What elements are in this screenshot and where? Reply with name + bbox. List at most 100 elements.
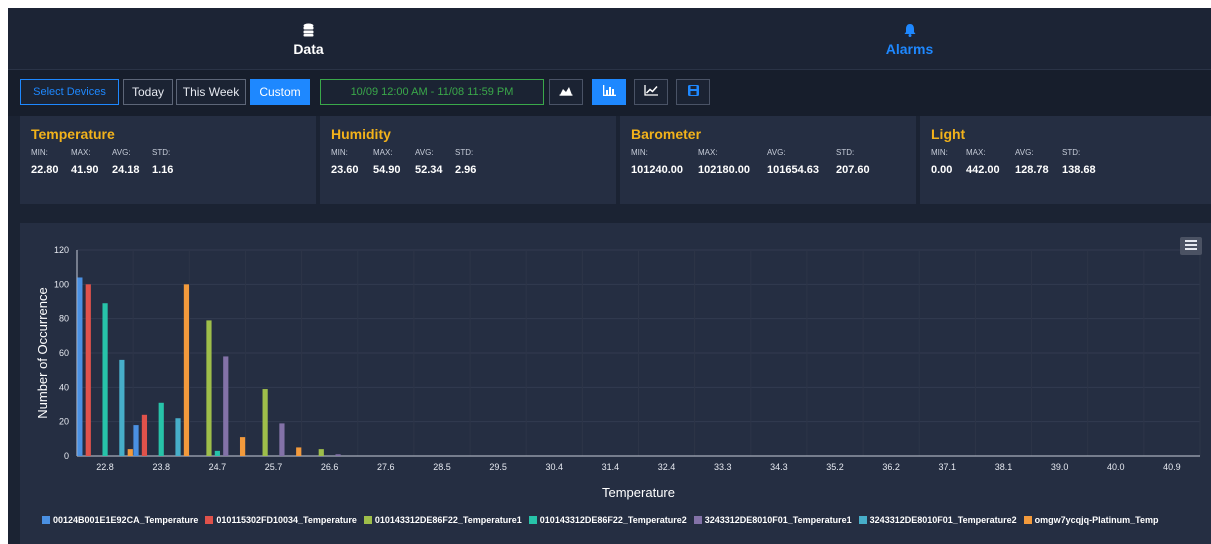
x-tick-label: 30.4 bbox=[546, 462, 564, 472]
card-title: Temperature bbox=[31, 126, 115, 142]
x-tick-label: 33.3 bbox=[714, 462, 732, 472]
std-label: STD: bbox=[152, 148, 171, 157]
bar bbox=[239, 437, 246, 456]
chart-menu-button[interactable] bbox=[1180, 237, 1202, 255]
line-chart-icon bbox=[644, 85, 658, 99]
area-chart-button[interactable] bbox=[549, 79, 583, 105]
tab-alarms[interactable]: Alarms bbox=[609, 8, 1210, 70]
max-label: MAX: bbox=[698, 148, 718, 157]
this-week-button[interactable]: This Week bbox=[176, 79, 246, 105]
legend-swatch bbox=[205, 516, 214, 524]
avg-label: AVG: bbox=[112, 148, 131, 157]
save-button[interactable] bbox=[676, 79, 710, 105]
min-label: MIN: bbox=[31, 148, 48, 157]
x-tick-label: 32.4 bbox=[658, 462, 676, 472]
y-tick-label: 120 bbox=[54, 245, 69, 255]
stat-labels: MIN: MAX: AVG: STD: bbox=[931, 148, 1200, 162]
bar bbox=[158, 402, 164, 456]
bell-icon bbox=[904, 22, 916, 38]
bar-chart-icon bbox=[602, 85, 616, 99]
bar bbox=[102, 303, 108, 456]
x-tick-label: 40.9 bbox=[1163, 462, 1181, 472]
top-navigation: Data Alarms bbox=[8, 8, 1211, 70]
stat-values: 101240.00 102180.00 101654.63 207.60 bbox=[631, 164, 905, 178]
tab-data[interactable]: Data bbox=[8, 8, 609, 70]
legend-label: 3243312DE8010F01_Temperature1 bbox=[704, 515, 852, 525]
x-tick-label: 27.6 bbox=[377, 462, 395, 472]
legend-item[interactable]: 00124B001E1E92CA_Temperature bbox=[42, 515, 198, 526]
tab-data-label: Data bbox=[293, 40, 324, 57]
legend-label: 010143312DE86F22_Temperature2 bbox=[539, 515, 687, 525]
y-tick-label: 0 bbox=[64, 451, 69, 461]
histogram-chart: 0 20 40 60 80 100 120 22.8 23.8 24.7 25.7 26.6 27.6 2… bbox=[35, 245, 1201, 500]
bar bbox=[119, 359, 125, 456]
max-label: MAX: bbox=[966, 148, 986, 157]
x-tick-label: 40.0 bbox=[1107, 462, 1125, 472]
stat-labels: MIN: MAX: AVG: STD: bbox=[631, 148, 905, 162]
legend-item[interactable]: 010143312DE86F22_Temperature2 bbox=[528, 515, 687, 526]
select-devices-button[interactable]: Select Devices bbox=[20, 79, 119, 105]
legend-item[interactable]: 3243312DE8010F01_Temperature1 bbox=[693, 515, 852, 526]
legend-item[interactable]: omgw7ycqjq-Platinum_Temp bbox=[1023, 515, 1159, 526]
max-value: 102180.00 bbox=[698, 164, 750, 176]
custom-button[interactable]: Custom bbox=[250, 79, 310, 105]
x-tick-label: 26.6 bbox=[321, 462, 339, 472]
legend-label: omgw7ycqjq-Platinum_Temp bbox=[1034, 515, 1159, 525]
x-tick-label: 34.3 bbox=[770, 462, 788, 472]
bar bbox=[141, 414, 148, 456]
light-card: Light MIN: MAX: AVG: STD: 0.00 442.00 12… bbox=[920, 116, 1211, 204]
x-tick-label: 36.2 bbox=[882, 462, 900, 472]
stat-cards: Temperature MIN: MAX: AVG: STD: 22.80 41… bbox=[20, 116, 1211, 204]
legend-swatch bbox=[363, 516, 372, 524]
bar bbox=[262, 389, 268, 456]
bar bbox=[318, 449, 324, 456]
y-tick-label: 20 bbox=[59, 417, 69, 427]
bar bbox=[206, 320, 212, 456]
avg-label: AVG: bbox=[767, 148, 786, 157]
today-button[interactable]: Today bbox=[123, 79, 173, 105]
legend-item[interactable]: 010143312DE86F22_Temperature1 bbox=[363, 515, 522, 526]
legend-label: 010143312DE86F22_Temperature1 bbox=[374, 515, 522, 525]
humidity-card: Humidity MIN: MAX: AVG: STD: 23.60 54.90… bbox=[320, 116, 616, 204]
max-label: MAX: bbox=[373, 148, 393, 157]
legend-label: 00124B001E1E92CA_Temperature bbox=[53, 515, 199, 525]
bar bbox=[335, 454, 341, 456]
legend-swatch bbox=[1023, 516, 1032, 524]
stat-values: 22.80 41.90 24.18 1.16 bbox=[31, 164, 305, 178]
x-tick-label: 38.1 bbox=[995, 462, 1013, 472]
std-value: 1.16 bbox=[152, 164, 174, 176]
max-value: 41.90 bbox=[71, 164, 99, 176]
bar bbox=[127, 449, 133, 456]
y-tick-label: 40 bbox=[59, 382, 69, 392]
std-label: STD: bbox=[1062, 148, 1081, 157]
min-value: 0.00 bbox=[931, 164, 953, 176]
std-value: 2.96 bbox=[455, 164, 477, 176]
database-icon bbox=[303, 22, 314, 38]
min-value: 22.80 bbox=[31, 164, 59, 176]
temperature-card: Temperature MIN: MAX: AVG: STD: 22.80 41… bbox=[20, 116, 316, 204]
bar-chart-button[interactable] bbox=[592, 79, 626, 105]
x-tick-label: 22.8 bbox=[96, 462, 114, 472]
std-label: STD: bbox=[455, 148, 474, 157]
legend-item[interactable]: 3243312DE8010F01_Temperature2 bbox=[858, 515, 1017, 526]
std-value: 138.68 bbox=[1062, 164, 1096, 176]
avg-value: 24.18 bbox=[112, 164, 140, 176]
y-axis-title: Number of Occurrence bbox=[35, 287, 50, 419]
chart-legend: 00124B001E1E92CA_Temperature 010115302FD1… bbox=[42, 515, 1207, 526]
save-icon bbox=[687, 85, 699, 99]
legend-label: 3243312DE8010F01_Temperature2 bbox=[869, 515, 1017, 525]
min-label: MIN: bbox=[331, 148, 348, 157]
legend-label: 010115302FD10034_Temperature bbox=[216, 515, 357, 525]
avg-value: 52.34 bbox=[415, 164, 443, 176]
avg-label: AVG: bbox=[415, 148, 434, 157]
card-title: Barometer bbox=[631, 126, 702, 142]
x-tick-label: 28.5 bbox=[433, 462, 451, 472]
avg-value: 101654.63 bbox=[767, 164, 819, 176]
line-chart-button[interactable] bbox=[634, 79, 668, 105]
stat-values: 23.60 54.90 52.34 2.96 bbox=[331, 164, 605, 178]
bar bbox=[85, 284, 91, 456]
std-value: 207.60 bbox=[836, 164, 870, 176]
y-tick-label: 100 bbox=[54, 279, 69, 289]
legend-item[interactable]: 010115302FD10034_Temperature bbox=[205, 515, 357, 526]
date-range-picker[interactable]: 10/09 12:00 AM - 11/08 11:59 PM bbox=[320, 79, 544, 105]
